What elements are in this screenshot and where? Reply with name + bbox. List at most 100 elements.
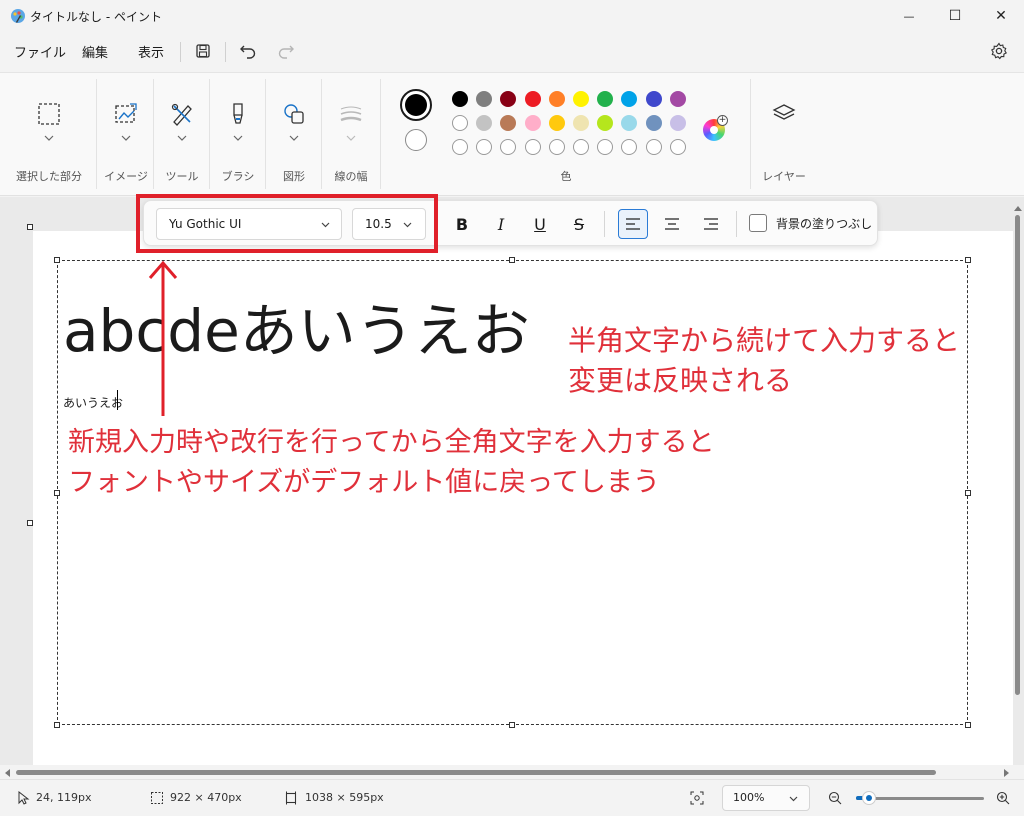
palette-color-swatch[interactable] <box>669 115 686 131</box>
ribbon-divider <box>750 79 751 189</box>
zoom-value: 100% <box>733 791 765 804</box>
selection-size-icon <box>151 792 163 804</box>
ribbon-label-tools: ツール <box>165 170 199 183</box>
selection-handle[interactable] <box>965 490 971 496</box>
strikethrough-button[interactable]: S <box>566 211 592 237</box>
palette-color-swatch[interactable] <box>669 91 686 107</box>
scroll-left-icon <box>5 769 10 777</box>
ribbon-group-brush[interactable]: ブラシ <box>210 73 266 197</box>
selection-handle[interactable] <box>965 722 971 728</box>
redo-button[interactable] <box>275 40 297 62</box>
canvas-resize-handle[interactable] <box>27 520 33 526</box>
selection-handle[interactable] <box>54 490 60 496</box>
text-caret <box>117 390 118 410</box>
scroll-right-icon <box>1004 769 1009 777</box>
palette-color-swatch[interactable] <box>524 91 541 107</box>
plus-icon: + <box>717 115 728 126</box>
settings-button[interactable] <box>988 40 1010 62</box>
edit-colors-button[interactable]: + <box>703 115 728 141</box>
ribbon-group-layers[interactable]: レイヤー <box>752 73 816 197</box>
bold-button[interactable]: B <box>449 211 475 237</box>
fill-background-checkbox[interactable] <box>749 214 767 232</box>
horizontal-scroll-thumb[interactable] <box>16 770 936 775</box>
ribbon-group-image[interactable]: イメージ <box>98 73 154 197</box>
vertical-scroll-thumb[interactable] <box>1015 215 1020 695</box>
custom-color-slot[interactable] <box>500 139 517 155</box>
custom-color-slot[interactable] <box>669 139 686 155</box>
custom-color-slot[interactable] <box>645 139 662 155</box>
color-wheel-center <box>710 126 718 134</box>
save-button[interactable] <box>192 40 214 62</box>
custom-color-slot[interactable] <box>597 139 614 155</box>
window-title: タイトルなし - ペイント <box>30 10 162 24</box>
zoom-out-icon[interactable] <box>828 791 842 805</box>
selection-handle[interactable] <box>54 722 60 728</box>
selection-handle[interactable] <box>54 257 60 263</box>
ribbon-label-line-width: 線の幅 <box>334 170 368 183</box>
custom-color-slot[interactable] <box>548 139 565 155</box>
canvas-text-large[interactable]: abcdeあいうえお <box>63 284 530 368</box>
palette-color-swatch[interactable] <box>476 91 493 107</box>
canvas-size-icon <box>285 791 297 805</box>
horizontal-scrollbar[interactable] <box>0 765 1024 779</box>
menu-edit[interactable]: 編集 <box>82 42 108 61</box>
palette-color-swatch[interactable] <box>452 115 468 131</box>
palette-color-swatch[interactable] <box>500 115 517 131</box>
palette-color-swatch[interactable] <box>476 115 493 131</box>
canvas-size: 1038 × 595px <box>305 791 384 804</box>
canvas-resize-handle[interactable] <box>27 224 33 230</box>
minimize-button[interactable]: — <box>886 0 932 32</box>
selection-handle[interactable] <box>509 257 515 263</box>
custom-color-slot[interactable] <box>573 139 589 155</box>
palette-color-swatch[interactable] <box>621 115 638 131</box>
underline-button[interactable]: U <box>527 211 553 237</box>
chevron-down-icon <box>233 135 243 141</box>
ribbon-group-shapes[interactable]: 図形 <box>266 73 322 197</box>
palette-color-swatch[interactable] <box>573 91 589 107</box>
palette-color-swatch[interactable] <box>573 115 589 131</box>
fit-to-window-icon[interactable] <box>690 791 704 805</box>
close-button[interactable]: ✕ <box>978 0 1024 32</box>
save-icon <box>196 44 210 58</box>
palette-color-swatch[interactable] <box>645 91 662 107</box>
palette-color-swatch[interactable] <box>548 91 565 107</box>
selection-handle[interactable] <box>509 722 515 728</box>
maximize-button[interactable]: ☐ <box>932 0 978 32</box>
custom-color-slot[interactable] <box>621 139 638 155</box>
palette-color-swatch[interactable] <box>597 91 614 107</box>
toolbar-divider <box>604 211 605 237</box>
align-right-button[interactable] <box>698 211 724 237</box>
palette-color-swatch[interactable] <box>645 115 662 131</box>
zoom-slider-thumb[interactable] <box>861 791 876 805</box>
annotation-right-line1: 半角文字から続けて入力すると <box>568 324 961 357</box>
custom-color-slot[interactable] <box>524 139 541 155</box>
primary-color-swatch[interactable] <box>400 89 432 121</box>
palette-color-swatch[interactable] <box>621 91 638 107</box>
align-center-button[interactable] <box>659 211 685 237</box>
palette-color-swatch[interactable] <box>500 91 517 107</box>
secondary-color-swatch[interactable] <box>405 129 427 151</box>
gear-icon <box>991 42 1007 60</box>
undo-button[interactable] <box>237 40 259 62</box>
palette-color-swatch[interactable] <box>548 115 565 131</box>
canvas-text-small[interactable]: あいうえお <box>63 394 123 411</box>
menu-file[interactable]: ファイル <box>14 42 66 61</box>
italic-button[interactable]: I <box>488 211 514 237</box>
redo-icon <box>278 45 294 59</box>
zoom-in-icon[interactable] <box>996 791 1010 805</box>
ribbon-group-line-width[interactable]: 線の幅 <box>322 73 380 197</box>
palette-color-swatch[interactable] <box>524 115 541 131</box>
zoom-dropdown[interactable]: 100% <box>722 785 810 811</box>
custom-color-slot[interactable] <box>452 139 468 155</box>
align-left-button[interactable] <box>618 209 648 239</box>
selection-handle[interactable] <box>965 257 971 263</box>
ribbon-group-selection[interactable]: 選択した部分 <box>0 73 98 197</box>
ribbon-group-tools[interactable]: ツール <box>154 73 210 197</box>
palette-color-swatch[interactable] <box>597 115 614 131</box>
menu-view[interactable]: 表示 <box>138 42 164 61</box>
palette-color-swatch[interactable] <box>452 91 468 107</box>
menu-bar: ファイル 編集 表示 <box>0 32 1024 72</box>
menu-divider <box>180 42 181 62</box>
vertical-scrollbar[interactable] <box>1013 205 1023 765</box>
custom-color-slot[interactable] <box>476 139 493 155</box>
